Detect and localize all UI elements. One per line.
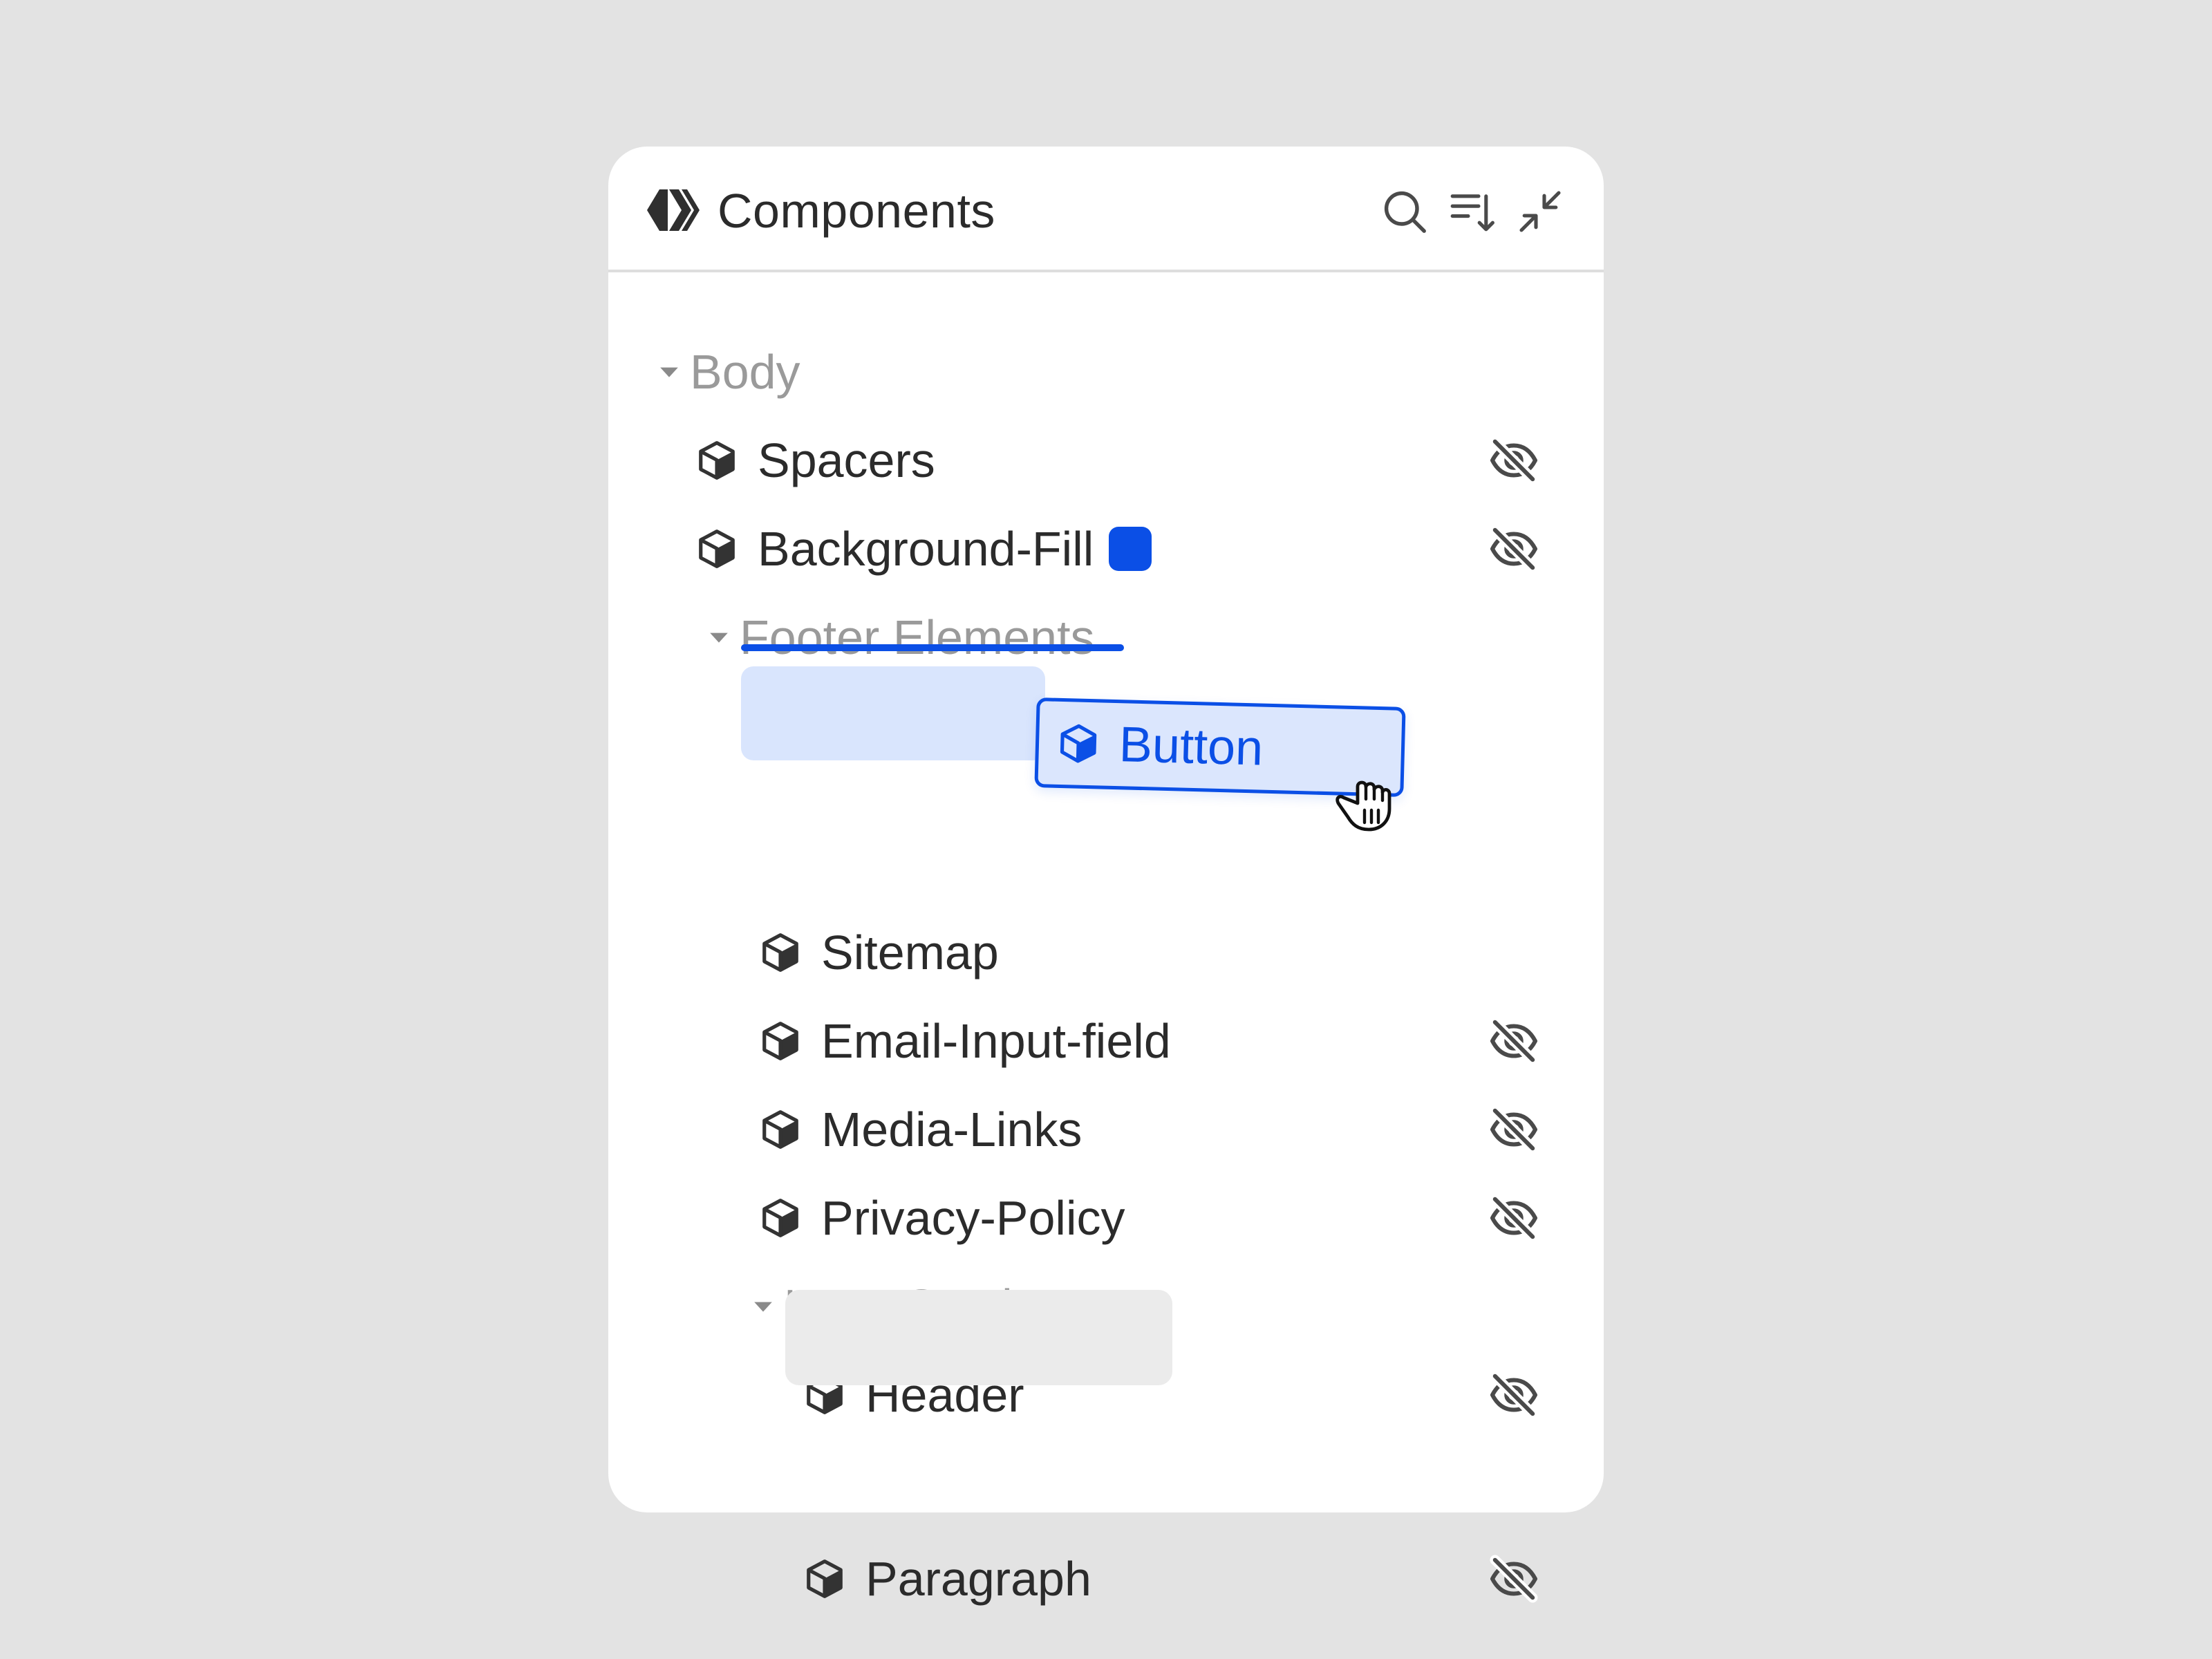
eye-off-icon	[1488, 434, 1540, 487]
drop-placeholder	[741, 666, 1045, 760]
color-swatch[interactable]	[1109, 527, 1152, 571]
tree-item-label: Privacy-Policy	[821, 1191, 1125, 1245]
grab-cursor-icon	[1335, 780, 1391, 832]
eye-off-icon	[1488, 523, 1540, 575]
tree-item-spacers[interactable]: Spacers	[695, 427, 935, 494]
cube-icon	[759, 1020, 802, 1062]
visibility-toggle-header[interactable]	[1488, 1369, 1540, 1421]
tree-item-background-fill[interactable]: Background-Fill	[695, 516, 1152, 582]
visibility-toggle-email-input-field[interactable]	[1488, 1015, 1540, 1067]
visibility-toggle-media-links[interactable]	[1488, 1103, 1540, 1156]
tree-group-label: Body	[690, 345, 800, 399]
caret-down-icon[interactable]	[708, 626, 730, 648]
eye-off-icon	[1488, 1553, 1540, 1605]
cube-icon	[695, 439, 738, 482]
tree-group-body[interactable]: Body	[658, 339, 800, 405]
tree-item-privacy-policy[interactable]: Privacy-Policy	[759, 1185, 1125, 1251]
cube-icon	[759, 1108, 802, 1151]
visibility-toggle-privacy-policy[interactable]	[1488, 1192, 1540, 1244]
collapse-icon	[1519, 191, 1561, 232]
collapse-button[interactable]	[1515, 187, 1565, 236]
eye-off-icon	[1488, 1015, 1540, 1067]
components-panel: Components Body Spacers Background-Fill …	[608, 147, 1604, 1606]
cube-icon	[803, 1557, 846, 1600]
cube-icon	[759, 931, 802, 974]
tree-item-label: Sitemap	[821, 926, 999, 980]
tree-item-email-input-field[interactable]: Email-Input-field	[759, 1008, 1171, 1074]
sort-icon	[1450, 194, 1494, 232]
eye-off-icon	[1488, 1369, 1540, 1421]
tree-item-label: Background-Fill	[758, 522, 1094, 576]
search-icon	[1384, 191, 1426, 233]
eye-off-icon	[1488, 1103, 1540, 1156]
visibility-toggle-spacers[interactable]	[1488, 434, 1540, 487]
caret-down-icon[interactable]	[752, 1295, 774, 1318]
tree-item-sitemap[interactable]: Sitemap	[759, 919, 999, 986]
sort-button[interactable]	[1447, 187, 1497, 236]
tree-item-label: Media-Links	[821, 1103, 1082, 1156]
tree-item-paragraph[interactable]: Paragraph	[803, 1546, 1091, 1612]
tree-item-media-links[interactable]: Media-Links	[759, 1096, 1082, 1163]
caret-down-icon[interactable]	[658, 361, 680, 383]
dragged-item-label: Button	[1118, 717, 1264, 776]
brand-logo-icon	[647, 189, 700, 231]
tree-item-label: Spacers	[758, 433, 935, 487]
eye-off-icon	[1488, 1192, 1540, 1244]
panel-header: Components	[608, 147, 1604, 272]
cube-icon	[695, 527, 738, 570]
visibility-toggle-background-fill[interactable]	[1488, 523, 1540, 575]
cube-icon	[1056, 722, 1100, 766]
drop-indicator-line	[741, 644, 1124, 651]
tree-group-footer-elements[interactable]: Footer Elements	[708, 604, 1095, 671]
search-button[interactable]	[1380, 187, 1430, 236]
visibility-toggle-paragraph[interactable]	[1488, 1553, 1540, 1605]
tree-item-label: Paragraph	[865, 1552, 1091, 1606]
empty-slot-placeholder	[785, 1290, 1172, 1385]
tree-group-label: Footer Elements	[740, 610, 1095, 664]
panel-title: Components	[718, 184, 995, 238]
cube-icon	[759, 1197, 802, 1239]
tree-item-label: Email-Input-field	[821, 1014, 1171, 1068]
